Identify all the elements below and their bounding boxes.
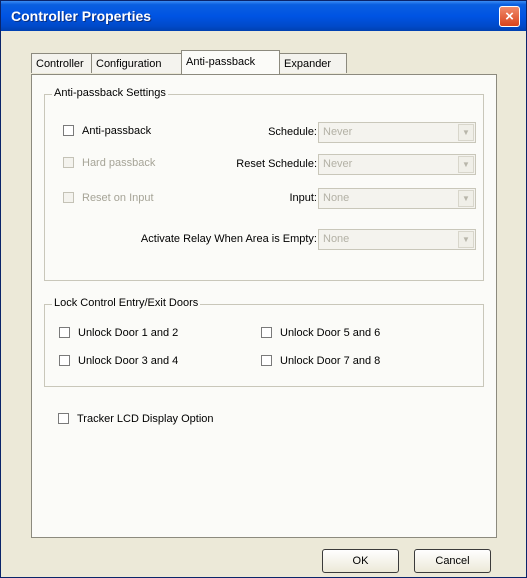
controller-properties-dialog: Controller Properties × Controller Confi… [0,0,527,578]
reset-on-input-checkbox-label: Reset on Input [82,192,154,204]
lock-control-group: Lock Control Entry/Exit Doors Unlock Doo… [44,297,484,387]
reset-schedule-label: Reset Schedule: [236,158,317,170]
chevron-down-icon[interactable]: ▼ [458,124,474,141]
unlock-door-7-8-label: Unlock Door 7 and 8 [280,355,381,367]
anti-passback-checkbox-box[interactable] [63,124,74,136]
window-title: Controller Properties [11,8,152,24]
unlock-door-3-4-label: Unlock Door 3 and 4 [78,355,179,367]
anti-passback-tab-panel: Anti-passback Settings Anti-passback Har… [31,74,497,538]
input-select-value: None [323,192,350,204]
unlock-door-1-2-label: Unlock Door 1 and 2 [78,327,179,339]
activate-relay-select-value: None [323,233,350,245]
reset-schedule-select-value: Never [323,158,353,170]
tracker-lcd-checkbox-box[interactable] [58,412,69,424]
lock-control-label: Lock Control Entry/Exit Doors [52,297,201,309]
activate-relay-select[interactable]: None ▼ [318,229,476,250]
reset-on-input-checkbox[interactable]: Reset on Input [63,191,154,204]
hard-passback-checkbox-box[interactable] [63,156,74,168]
anti-passback-checkbox-label: Anti-passback [82,125,152,137]
anti-passback-settings-group: Anti-passback Settings Anti-passback Har… [44,87,484,281]
tab-expander[interactable]: Expander [279,53,347,73]
schedule-select[interactable]: Never ▼ [318,122,476,143]
tab-configuration-label: Configuration [96,58,162,70]
unlock-door-5-6-checkbox[interactable]: Unlock Door 5 and 6 [261,326,381,339]
tab-anti-passback-label: Anti-passback [186,56,256,68]
ok-button[interactable]: OK [322,549,399,573]
chevron-down-icon[interactable]: ▼ [458,231,474,248]
cancel-button-label: Cancel [435,555,470,567]
reset-schedule-select[interactable]: Never ▼ [318,154,476,175]
unlock-door-1-2-checkbox[interactable]: Unlock Door 1 and 2 [59,326,179,339]
schedule-label: Schedule: [268,126,317,138]
input-label: Input: [289,192,317,204]
tab-configuration[interactable]: Configuration [91,53,182,73]
unlock-door-5-6-label: Unlock Door 5 and 6 [280,327,381,339]
activate-relay-label: Activate Relay When Area is Empty: [140,233,317,245]
tab-expander-label: Expander [284,58,332,70]
tab-controller-label: Controller [36,58,84,70]
tracker-lcd-checkbox[interactable]: Tracker LCD Display Option [58,412,214,425]
unlock-door-7-8-checkbox[interactable]: Unlock Door 7 and 8 [261,354,381,367]
input-select[interactable]: None ▼ [318,188,476,209]
reset-on-input-checkbox-box[interactable] [63,191,74,203]
chevron-down-icon[interactable]: ▼ [458,156,474,173]
cancel-button[interactable]: Cancel [414,549,491,573]
unlock-door-3-4-checkbox[interactable]: Unlock Door 3 and 4 [59,354,179,367]
ok-button-label: OK [352,555,369,567]
unlock-door-1-2-checkbox-box[interactable] [59,326,70,338]
hard-passback-checkbox-label: Hard passback [82,157,156,169]
schedule-select-value: Never [323,126,353,138]
tab-anti-passback[interactable]: Anti-passback [181,50,280,74]
close-button[interactable]: × [499,6,520,27]
unlock-door-5-6-checkbox-box[interactable] [261,326,272,338]
close-icon: × [505,8,514,25]
tab-controller[interactable]: Controller [31,53,92,73]
title-bar: Controller Properties × [1,1,526,31]
unlock-door-7-8-checkbox-box[interactable] [261,354,272,366]
tracker-lcd-label: Tracker LCD Display Option [77,413,214,425]
unlock-door-3-4-checkbox-box[interactable] [59,354,70,366]
anti-passback-checkbox[interactable]: Anti-passback [63,124,152,137]
chevron-down-icon[interactable]: ▼ [458,190,474,207]
anti-passback-settings-label: Anti-passback Settings [52,87,168,99]
hard-passback-checkbox[interactable]: Hard passback [63,156,156,169]
